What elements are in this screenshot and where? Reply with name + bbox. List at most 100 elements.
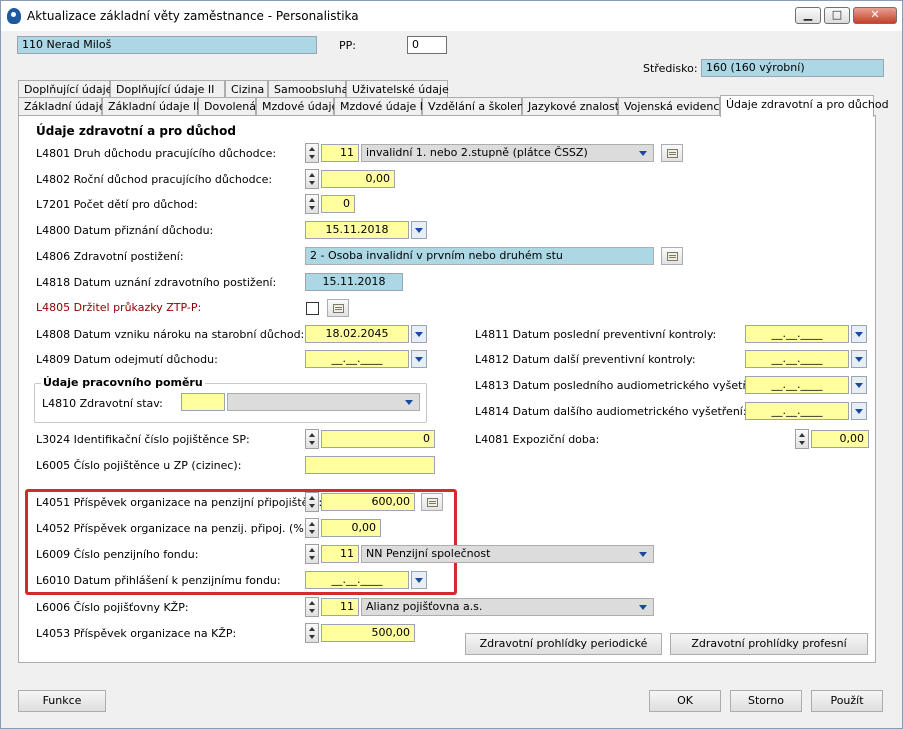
tab-jazykove-znalosti[interactable]: Jazykové znalosti	[522, 97, 622, 116]
edit-icon[interactable]	[421, 493, 443, 511]
input-l7201[interactable]: 0	[321, 195, 355, 213]
label-l4053: L4053 Příspěvek organizace na KŽP:	[36, 627, 237, 640]
edit-icon[interactable]	[327, 299, 349, 317]
spin-l4081[interactable]	[795, 429, 809, 449]
label-l4802: L4802 Roční důchod pracujícího důchodce:	[36, 173, 273, 186]
input-l4813[interactable]: __.__.____	[745, 376, 849, 394]
label-l4809: L4809 Datum odejmutí důchodu:	[36, 353, 218, 366]
section-title-zdravotni: Údaje zdravotní a pro důchod	[36, 124, 236, 138]
input-l3024[interactable]: 0	[321, 430, 435, 448]
spin-l7201[interactable]	[305, 194, 319, 214]
spin-l6006[interactable]	[305, 597, 319, 617]
tab-mzdove-udaje[interactable]: Mzdové údaje	[256, 97, 338, 116]
pouzit-button[interactable]: Použít	[811, 690, 883, 712]
title-bar: Aktualizace základní věty zaměstnance - …	[1, 1, 902, 31]
zdravotni-prohlidky-periodicke-button[interactable]: Zdravotní prohlídky periodické	[465, 633, 662, 655]
input-l4814[interactable]: __.__.____	[745, 402, 849, 420]
close-button[interactable]: ✕	[853, 7, 897, 24]
spin-l4052[interactable]	[305, 518, 319, 538]
label-l4811: L4811 Datum poslední preventivní kontrol…	[475, 328, 717, 341]
input-l4809[interactable]: __.__.____	[305, 350, 409, 368]
tab-vojenska-evidence[interactable]: Vojenská evidence	[618, 97, 726, 116]
label-l4812: L4812 Datum další preventivní kontroly:	[475, 353, 696, 366]
edit-icon[interactable]	[661, 247, 683, 265]
ok-button[interactable]: OK	[649, 690, 721, 712]
input-l4810[interactable]	[181, 393, 225, 411]
date-dropdown-l4812[interactable]	[851, 350, 867, 368]
date-dropdown-l6010[interactable]	[411, 571, 427, 589]
tab-mzdove-udaje-2[interactable]: Mzdové údaje II	[334, 97, 426, 116]
label-l4051: L4051 Příspěvek organizace na penzijní p…	[36, 496, 323, 509]
input-l4081[interactable]: 0,00	[811, 430, 869, 448]
combo-l4801[interactable]: invalidní 1. nebo 2.stupně (plátce ČSSZ)	[361, 144, 654, 162]
tab-dovolena[interactable]: Dovolená	[198, 97, 256, 116]
tab-zakladni-udaje[interactable]: Základní údaje	[18, 97, 105, 116]
label-l6010: L6010 Datum přihlášení k penzijnímu fond…	[36, 574, 281, 587]
spin-l6009[interactable]	[305, 544, 319, 564]
input-l4818: 15.11.2018	[305, 273, 403, 291]
edit-icon[interactable]	[661, 144, 683, 162]
pp-label: PP:	[339, 39, 356, 52]
date-dropdown-l4808[interactable]	[411, 325, 427, 343]
date-dropdown-l4813[interactable]	[851, 376, 867, 394]
minimize-button[interactable]: ▁	[795, 7, 821, 24]
input-l4801[interactable]: 11	[321, 144, 359, 162]
label-l6009: L6009 Číslo penzijního fondu:	[36, 548, 199, 561]
label-l4801: L4801 Druh důchodu pracujícího důchodce:	[36, 147, 277, 160]
date-dropdown-l4814[interactable]	[851, 402, 867, 420]
tab-vzdelani-a-skoleni[interactable]: Vzdělání a školení	[422, 97, 527, 116]
checkbox-l4805[interactable]	[306, 302, 319, 315]
zdravotni-prohlidky-profesni-button[interactable]: Zdravotní prohlídky profesní	[670, 633, 868, 655]
spin-l4053[interactable]	[305, 623, 319, 643]
employee-field: 110 Nerad Miloš	[17, 36, 317, 54]
input-l4052[interactable]: 0,00	[321, 519, 381, 537]
label-l4806: L4806 Zdravotní postižení:	[36, 250, 184, 263]
label-l4818: L4818 Datum uznání zdravotního postižení…	[36, 276, 277, 289]
stredisko-field: 160 (160 výrobní)	[701, 59, 884, 77]
input-l6006[interactable]: 11	[321, 598, 359, 616]
combo-l4806[interactable]: 2 - Osoba invalidní v prvním nebo druhém…	[305, 247, 654, 265]
spin-l4802[interactable]	[305, 169, 319, 189]
input-l4800[interactable]: 15.11.2018	[305, 221, 409, 239]
label-l6005: L6005 Číslo pojištěnce u ZP (cizinec):	[36, 459, 242, 472]
window: Aktualizace základní věty zaměstnance - …	[0, 0, 903, 729]
label-l6006: L6006 Číslo pojišťovny KŽP:	[36, 601, 189, 614]
app-icon	[7, 8, 21, 24]
combo-l4810[interactable]	[227, 393, 420, 411]
pp-field[interactable]: 0	[407, 36, 447, 54]
combo-l6006[interactable]: Alianz pojišťovna a.s.	[361, 598, 654, 616]
input-l4811[interactable]: __.__.____	[745, 325, 849, 343]
label-l4052: L4052 Příspěvek organizace na penzij. př…	[36, 522, 312, 535]
input-l4051[interactable]: 600,00	[321, 493, 415, 511]
spin-l4051[interactable]	[305, 492, 319, 512]
input-l6010[interactable]: __.__.____	[305, 571, 409, 589]
combo-l6009[interactable]: NN Penzijní společnost	[361, 545, 654, 563]
label-l4081: L4081 Expoziční doba:	[475, 433, 600, 446]
window-title: Aktualizace základní věty zaměstnance - …	[27, 9, 359, 23]
input-l4802[interactable]: 0,00	[321, 170, 395, 188]
input-l4812[interactable]: __.__.____	[745, 350, 849, 368]
label-l7201: L7201 Počet dětí pro důchod:	[36, 198, 198, 211]
input-l4808[interactable]: 18.02.2045	[305, 325, 409, 343]
input-l6009[interactable]: 11	[321, 545, 359, 563]
label-l4808: L4808 Datum vzniku nároku na starobní dů…	[36, 328, 305, 341]
input-l4053[interactable]: 500,00	[321, 624, 415, 642]
tab-udaje-zdravotni[interactable]: Údaje zdravotní a pro důchod	[720, 95, 889, 117]
spin-l4801[interactable]	[305, 143, 319, 163]
date-dropdown-l4809[interactable]	[411, 350, 427, 368]
date-dropdown-l4811[interactable]	[851, 325, 867, 343]
stredisko-label: Středisko:	[643, 62, 698, 75]
spin-l3024[interactable]	[305, 429, 319, 449]
label-l4810: L4810 Zdravotní stav:	[42, 397, 163, 410]
storno-button[interactable]: Storno	[730, 690, 802, 712]
maximize-button[interactable]: □	[824, 7, 850, 24]
label-l4805: L4805 Držitel průkazky ZTP-P:	[36, 301, 202, 314]
label-l3024: L3024 Identifikační číslo pojištěnce SP:	[36, 433, 250, 446]
label-l4814: L4814 Datum dalšího audiometrického vyše…	[475, 405, 747, 418]
input-l6005[interactable]	[305, 456, 435, 474]
tab-zakladni-udaje-2[interactable]: Základní údaje II	[102, 97, 199, 116]
label-l4800: L4800 Datum přiznání důchodu:	[36, 224, 214, 237]
date-dropdown-l4800[interactable]	[411, 221, 427, 239]
section-title-pracovni-pomer: Údaje pracovního poměru	[41, 376, 205, 389]
funkce-button[interactable]: Funkce	[18, 690, 106, 712]
